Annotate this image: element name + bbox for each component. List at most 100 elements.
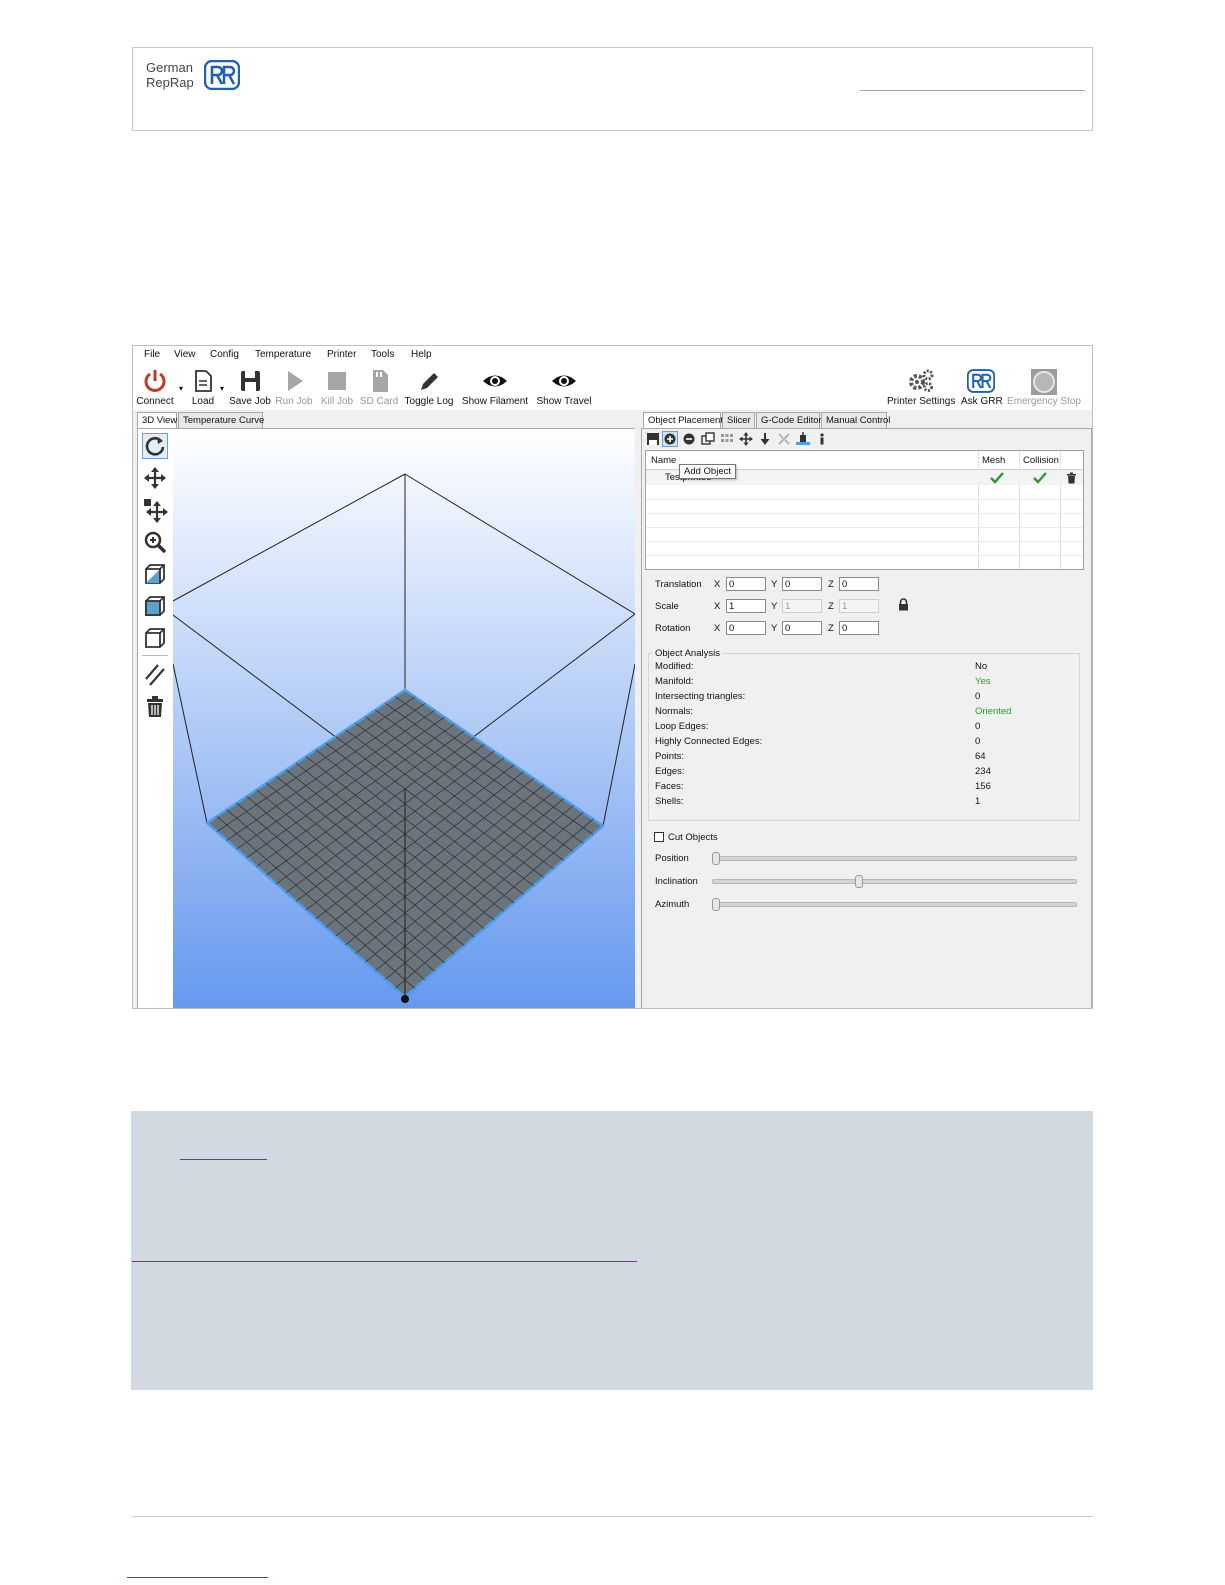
tab-manual-control[interactable]: Manual Control xyxy=(821,412,890,428)
delete-row-trash-icon[interactable] xyxy=(1066,472,1077,484)
position-label: Position xyxy=(655,853,689,864)
scale-x-input[interactable]: 1 xyxy=(726,599,766,613)
column-collision[interactable]: Collision xyxy=(1023,455,1059,466)
hyperlink-underline[interactable] xyxy=(132,1261,637,1262)
info-icon[interactable] xyxy=(815,432,829,446)
save-job-label: Save Job xyxy=(229,396,271,407)
analysis-value: 1 xyxy=(975,796,981,807)
view-front-icon[interactable] xyxy=(142,593,168,619)
rotation-z-label: Z xyxy=(828,623,834,634)
rotation-y-input[interactable]: 0 xyxy=(782,621,822,635)
translation-label: Translation xyxy=(655,579,702,590)
row-divider xyxy=(646,555,1083,556)
move-icon[interactable] xyxy=(142,465,168,491)
tab-3d-view[interactable]: 3D View xyxy=(137,412,177,429)
tab-temperature-curve[interactable]: Temperature Curve xyxy=(178,412,264,428)
sd-card-button[interactable]: SD Card xyxy=(359,366,399,410)
object-placement-panel: Name Mesh Collision Testprintee Add Obje… xyxy=(641,428,1092,1008)
analysis-key: Normals: xyxy=(655,706,694,717)
rotate-icon[interactable] xyxy=(142,433,168,459)
menu-bar: File View Config Temperature Printer Too… xyxy=(133,346,1092,366)
trash-icon[interactable] xyxy=(142,693,168,719)
analysis-value: No xyxy=(975,661,988,672)
run-job-button[interactable]: Run Job xyxy=(274,366,314,410)
tab-slicer[interactable]: Slicer xyxy=(722,412,755,428)
connect-button[interactable]: Connect xyxy=(133,366,177,410)
analysis-value: 0 xyxy=(975,736,981,747)
center-object-icon[interactable] xyxy=(739,432,753,446)
save-job-button[interactable]: Save Job xyxy=(228,366,272,410)
ask-grr-label: Ask GRR xyxy=(961,396,1003,407)
inclination-slider-track[interactable] xyxy=(712,879,1077,884)
collision-ok-check-icon xyxy=(1033,472,1047,484)
menu-tools[interactable]: Tools xyxy=(371,349,394,360)
connect-dropdown-icon[interactable]: ▾ xyxy=(179,384,183,393)
mesh-ok-check-icon xyxy=(990,472,1004,484)
position-slider-thumb[interactable] xyxy=(712,852,720,865)
show-travel-button[interactable]: Show Travel xyxy=(535,366,593,410)
kill-job-button[interactable]: Kill Job xyxy=(317,366,357,410)
logo-line-2: RepRap xyxy=(146,75,194,90)
emergency-stop-label: Emergency Stop xyxy=(1007,396,1081,407)
translation-x-input[interactable]: 0 xyxy=(726,577,766,591)
menu-view[interactable]: View xyxy=(174,349,196,360)
lock-icon[interactable] xyxy=(898,598,909,611)
load-button[interactable]: Load xyxy=(186,366,220,410)
show-filament-button[interactable]: Show Filament xyxy=(461,366,529,410)
move-object-icon[interactable] xyxy=(142,497,168,523)
tab-object-placement[interactable]: Object Placement xyxy=(643,412,723,429)
menu-printer[interactable]: Printer xyxy=(327,349,356,360)
emergency-stop-icon xyxy=(1031,369,1057,395)
zoom-icon[interactable] xyxy=(142,529,168,555)
emergency-stop-button[interactable]: Emergency Stop xyxy=(1007,366,1081,410)
azimuth-slider-thumb[interactable] xyxy=(712,898,720,911)
land-object-icon[interactable] xyxy=(796,432,810,446)
azimuth-slider-track[interactable] xyxy=(712,902,1077,907)
rotation-y-label: Y xyxy=(771,623,778,634)
copy-object-icon[interactable] xyxy=(701,432,715,446)
view-iso-icon[interactable] xyxy=(142,561,168,587)
gears-icon xyxy=(909,369,934,392)
menu-config[interactable]: Config xyxy=(210,349,239,360)
add-object-icon[interactable] xyxy=(662,431,678,447)
rotation-x-input[interactable]: 0 xyxy=(726,621,766,635)
menu-help[interactable]: Help xyxy=(411,349,432,360)
split-object-icon[interactable] xyxy=(777,432,791,446)
cut-objects-checkbox[interactable] xyxy=(654,832,664,842)
analysis-value: Yes xyxy=(975,676,991,687)
toggle-log-label: Toggle Log xyxy=(404,396,454,407)
hyperlink-underline[interactable] xyxy=(180,1159,267,1160)
toggle-log-button[interactable]: Toggle Log xyxy=(403,366,455,410)
printer-settings-button[interactable]: Printer Settings xyxy=(887,366,955,410)
slice-lines-icon[interactable] xyxy=(142,661,168,687)
drop-object-icon[interactable] xyxy=(758,432,772,446)
reprap-logo-icon xyxy=(967,369,995,393)
analysis-row-shells: Shells: 1 xyxy=(655,796,1075,810)
column-name[interactable]: Name xyxy=(651,455,676,466)
rotation-z-input[interactable]: 0 xyxy=(839,621,879,635)
view-top-icon[interactable] xyxy=(142,625,168,651)
view-toolbar xyxy=(138,429,172,1008)
column-mesh[interactable]: Mesh xyxy=(982,455,1005,466)
logo-line-1: German xyxy=(146,60,193,75)
tab-gcode-editor[interactable]: G-Code Editor xyxy=(756,412,822,428)
translation-z-input[interactable]: 0 xyxy=(839,577,879,591)
menu-file[interactable]: File xyxy=(144,349,160,360)
position-slider-track[interactable] xyxy=(712,856,1077,861)
view-area xyxy=(137,428,635,1009)
analysis-row-points: Points: 64 xyxy=(655,751,1075,765)
menu-temperature[interactable]: Temperature xyxy=(255,349,311,360)
ask-grr-button[interactable]: Ask GRR xyxy=(961,366,1003,410)
analysis-value: Oriented xyxy=(975,706,1012,717)
remove-object-icon[interactable] xyxy=(682,432,696,446)
translation-y-input[interactable]: 0 xyxy=(782,577,822,591)
scale-y-input[interactable]: 1 xyxy=(782,599,822,613)
footer-hyperlink-underline[interactable] xyxy=(127,1577,268,1578)
autoposition-icon[interactable] xyxy=(720,432,734,446)
row-divider xyxy=(646,513,1083,514)
3d-viewport[interactable] xyxy=(173,429,635,1009)
load-dropdown-icon[interactable]: ▾ xyxy=(220,384,224,393)
inclination-slider-thumb[interactable] xyxy=(854,875,863,888)
save-icon[interactable] xyxy=(646,432,660,446)
scale-z-input[interactable]: 1 xyxy=(839,599,879,613)
